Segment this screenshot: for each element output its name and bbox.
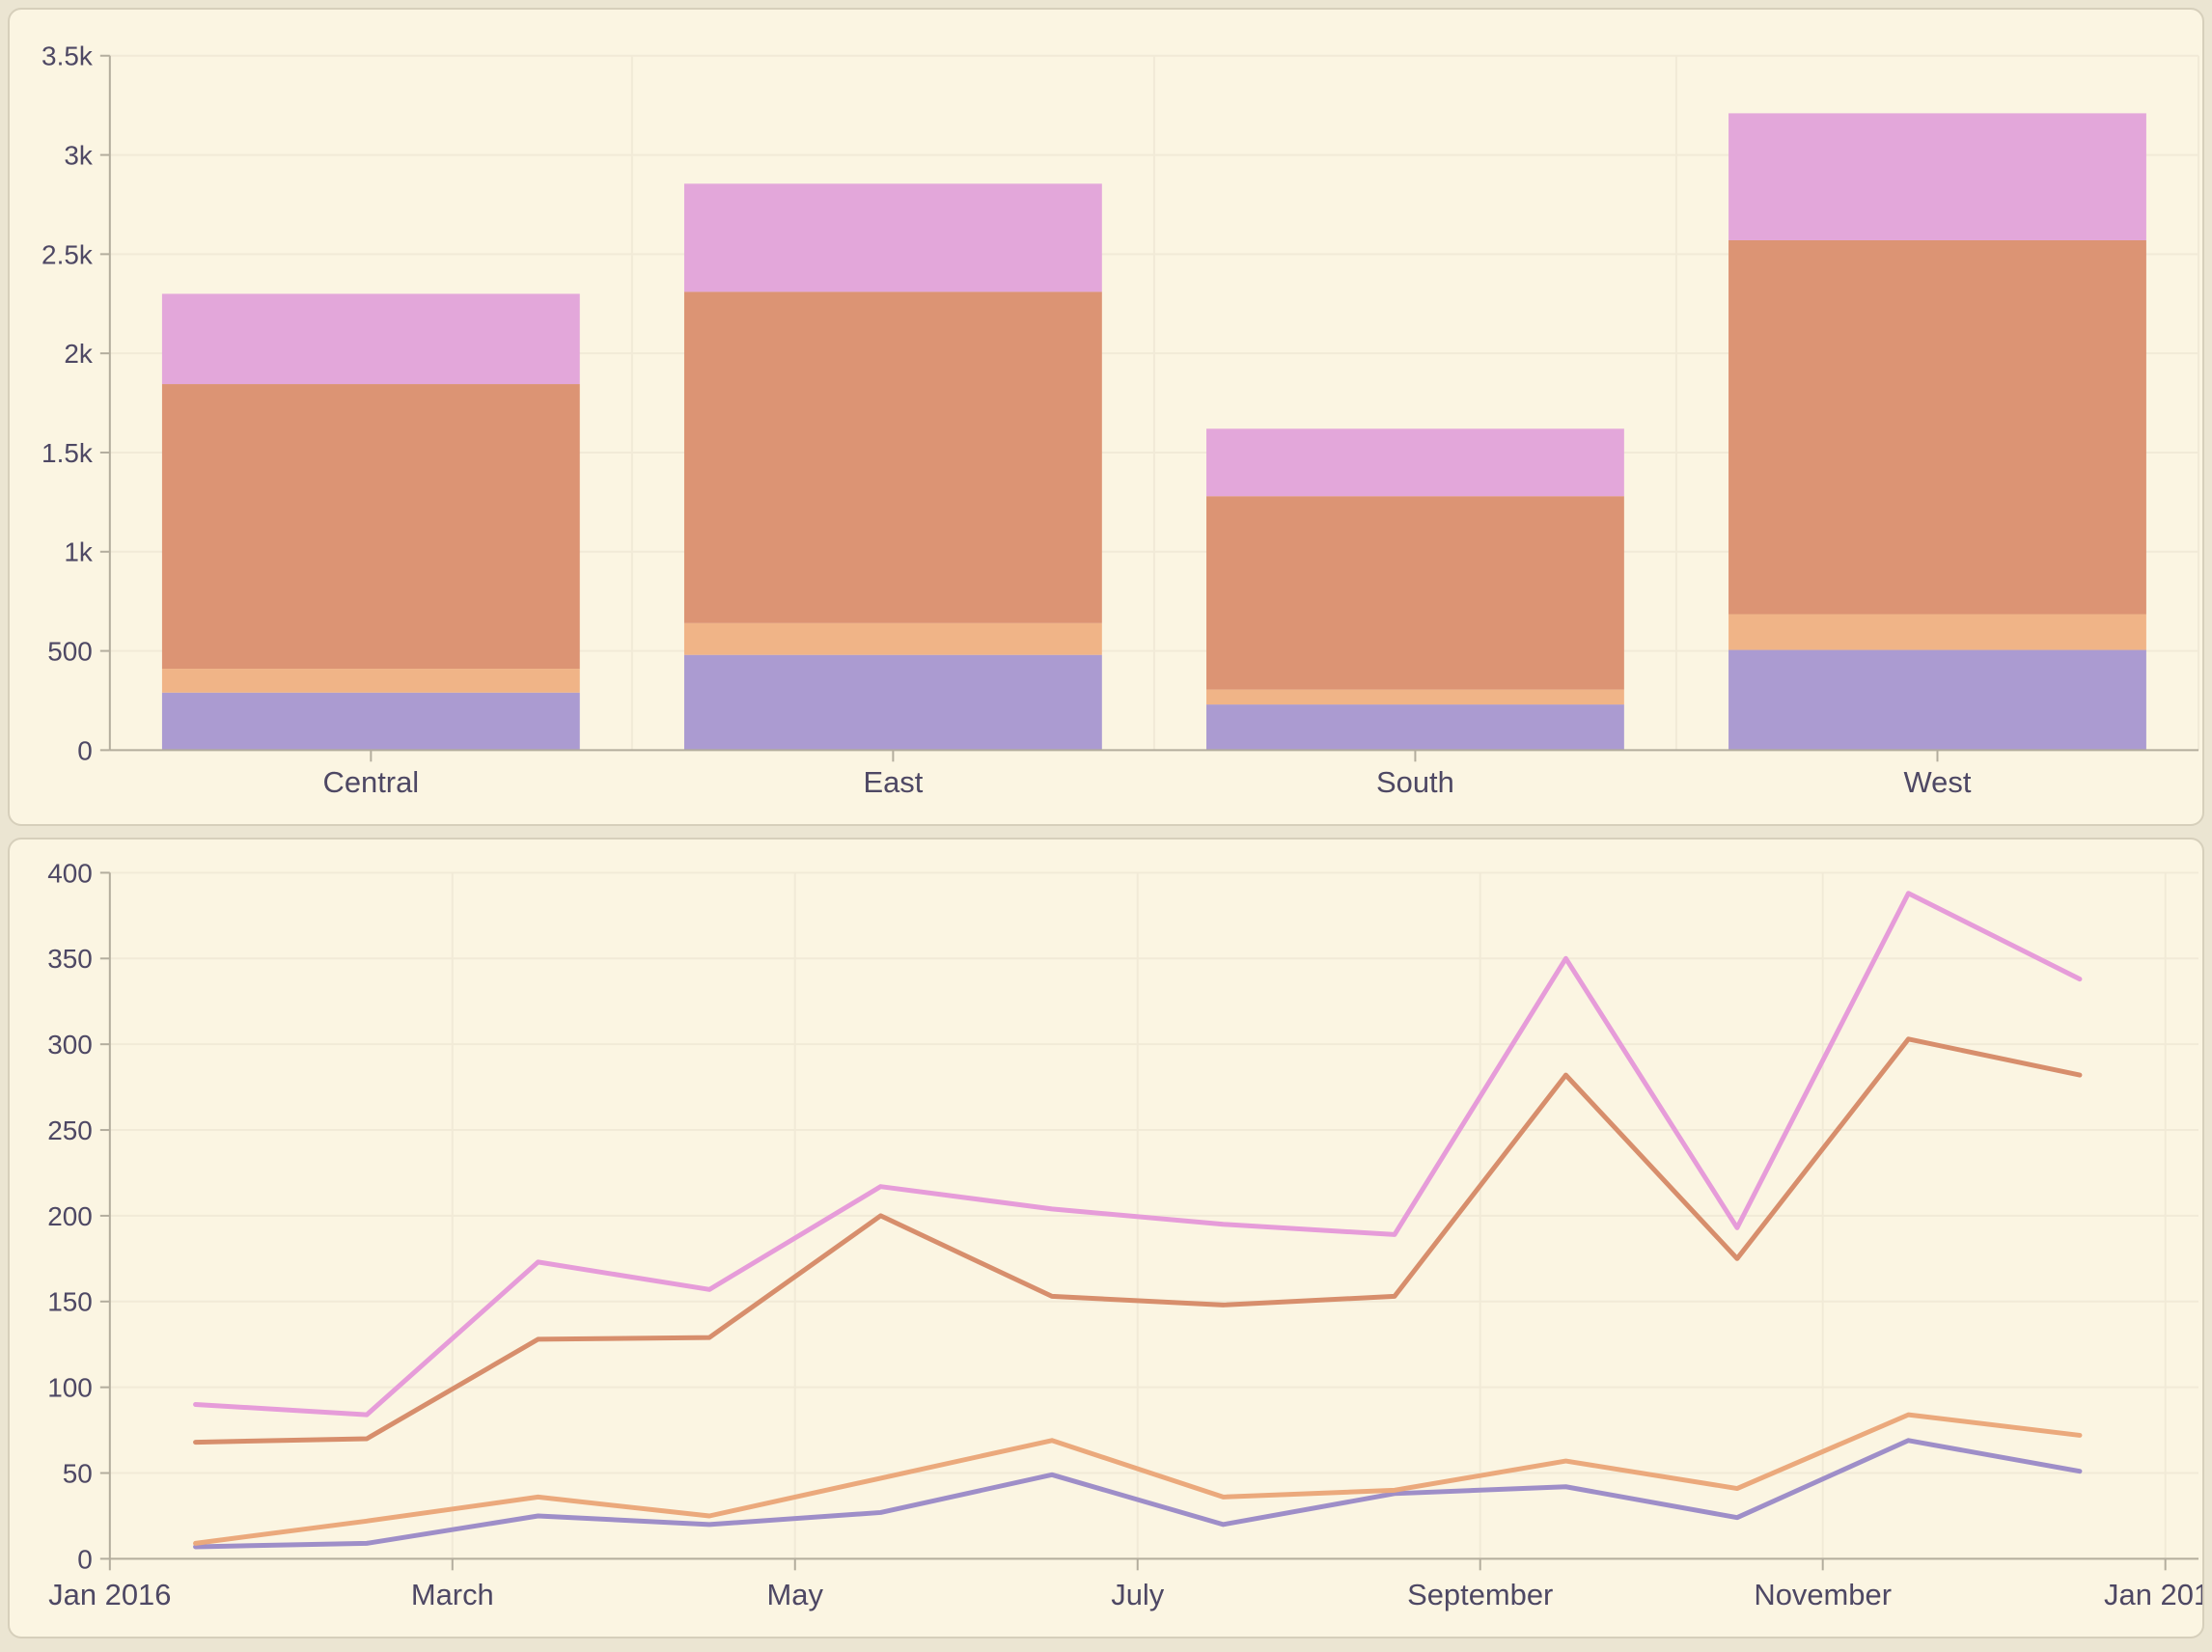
bar-segment-south-tan[interactable] — [1206, 690, 1624, 704]
x-category-label: West — [1904, 765, 1972, 799]
y-tick-label: 3.5k — [41, 41, 93, 71]
bar-segment-east-purple[interactable] — [684, 655, 1102, 751]
x-month-label: Jan 2017 — [2104, 1578, 2202, 1611]
bar-segment-west-tan[interactable] — [1728, 615, 2146, 650]
y-tick-label: 400 — [47, 858, 93, 888]
y-tick-label: 350 — [47, 944, 93, 974]
y-tick-label: 2k — [64, 339, 93, 369]
y-tick-label: 50 — [63, 1459, 93, 1489]
x-month-label: November — [1754, 1578, 1892, 1611]
bar-segment-central-tan[interactable] — [162, 669, 580, 693]
line-chart-panel: 0 50 100 150 200 250 300 350 400 Jan 2016 March May… — [8, 838, 2204, 1638]
y-tick-label: 3k — [64, 141, 93, 171]
bar-segment-west-salmon[interactable] — [1728, 240, 2146, 615]
bar-segment-east-salmon[interactable] — [684, 291, 1102, 622]
y-tick-label: 0 — [77, 1544, 93, 1574]
y-tick-label: 100 — [47, 1373, 93, 1403]
x-category-label: South — [1376, 765, 1454, 799]
bar-segment-south-salmon[interactable] — [1206, 496, 1624, 689]
x-month-label: May — [767, 1578, 824, 1611]
y-tick-label: 300 — [47, 1030, 93, 1060]
bar-segment-east-tan[interactable] — [684, 623, 1102, 655]
bar-segment-south-pink[interactable] — [1206, 428, 1624, 496]
y-tick-label: 2.5k — [41, 239, 93, 269]
x-category-label: East — [863, 765, 923, 799]
stacked-bar-chart: 0 500 1k 1.5k 2k 2.5k 3k 3.5k Central East South We… — [10, 10, 2202, 824]
bar-segment-east-pink[interactable] — [684, 183, 1102, 291]
bar-segment-central-salmon[interactable] — [162, 384, 580, 669]
x-month-label: Jan 2016 — [48, 1578, 171, 1611]
y-tick-label: 1.5k — [41, 438, 93, 468]
x-month-label: March — [411, 1578, 494, 1611]
bar-segment-west-pink[interactable] — [1728, 113, 2146, 240]
y-tick-label: 1k — [64, 537, 93, 567]
bar-segment-south-purple[interactable] — [1206, 704, 1624, 750]
x-category-label: Central — [323, 765, 420, 799]
y-tick-label: 500 — [47, 637, 93, 667]
y-tick-label: 250 — [47, 1115, 93, 1145]
bar-segment-central-purple[interactable] — [162, 693, 580, 751]
y-tick-label: 200 — [47, 1201, 93, 1231]
y-tick-label: 0 — [77, 735, 93, 765]
x-month-label: July — [1111, 1578, 1165, 1611]
y-tick-label: 150 — [47, 1287, 93, 1317]
stacked-bar-chart-panel: 0 500 1k 1.5k 2k 2.5k 3k 3.5k Central East South We… — [8, 8, 2204, 826]
line-chart: 0 50 100 150 200 250 300 350 400 Jan 2016 March May… — [10, 840, 2202, 1637]
bar-segment-central-pink[interactable] — [162, 293, 580, 384]
bar-segment-west-purple[interactable] — [1728, 650, 2146, 751]
x-month-label: September — [1407, 1578, 1553, 1611]
